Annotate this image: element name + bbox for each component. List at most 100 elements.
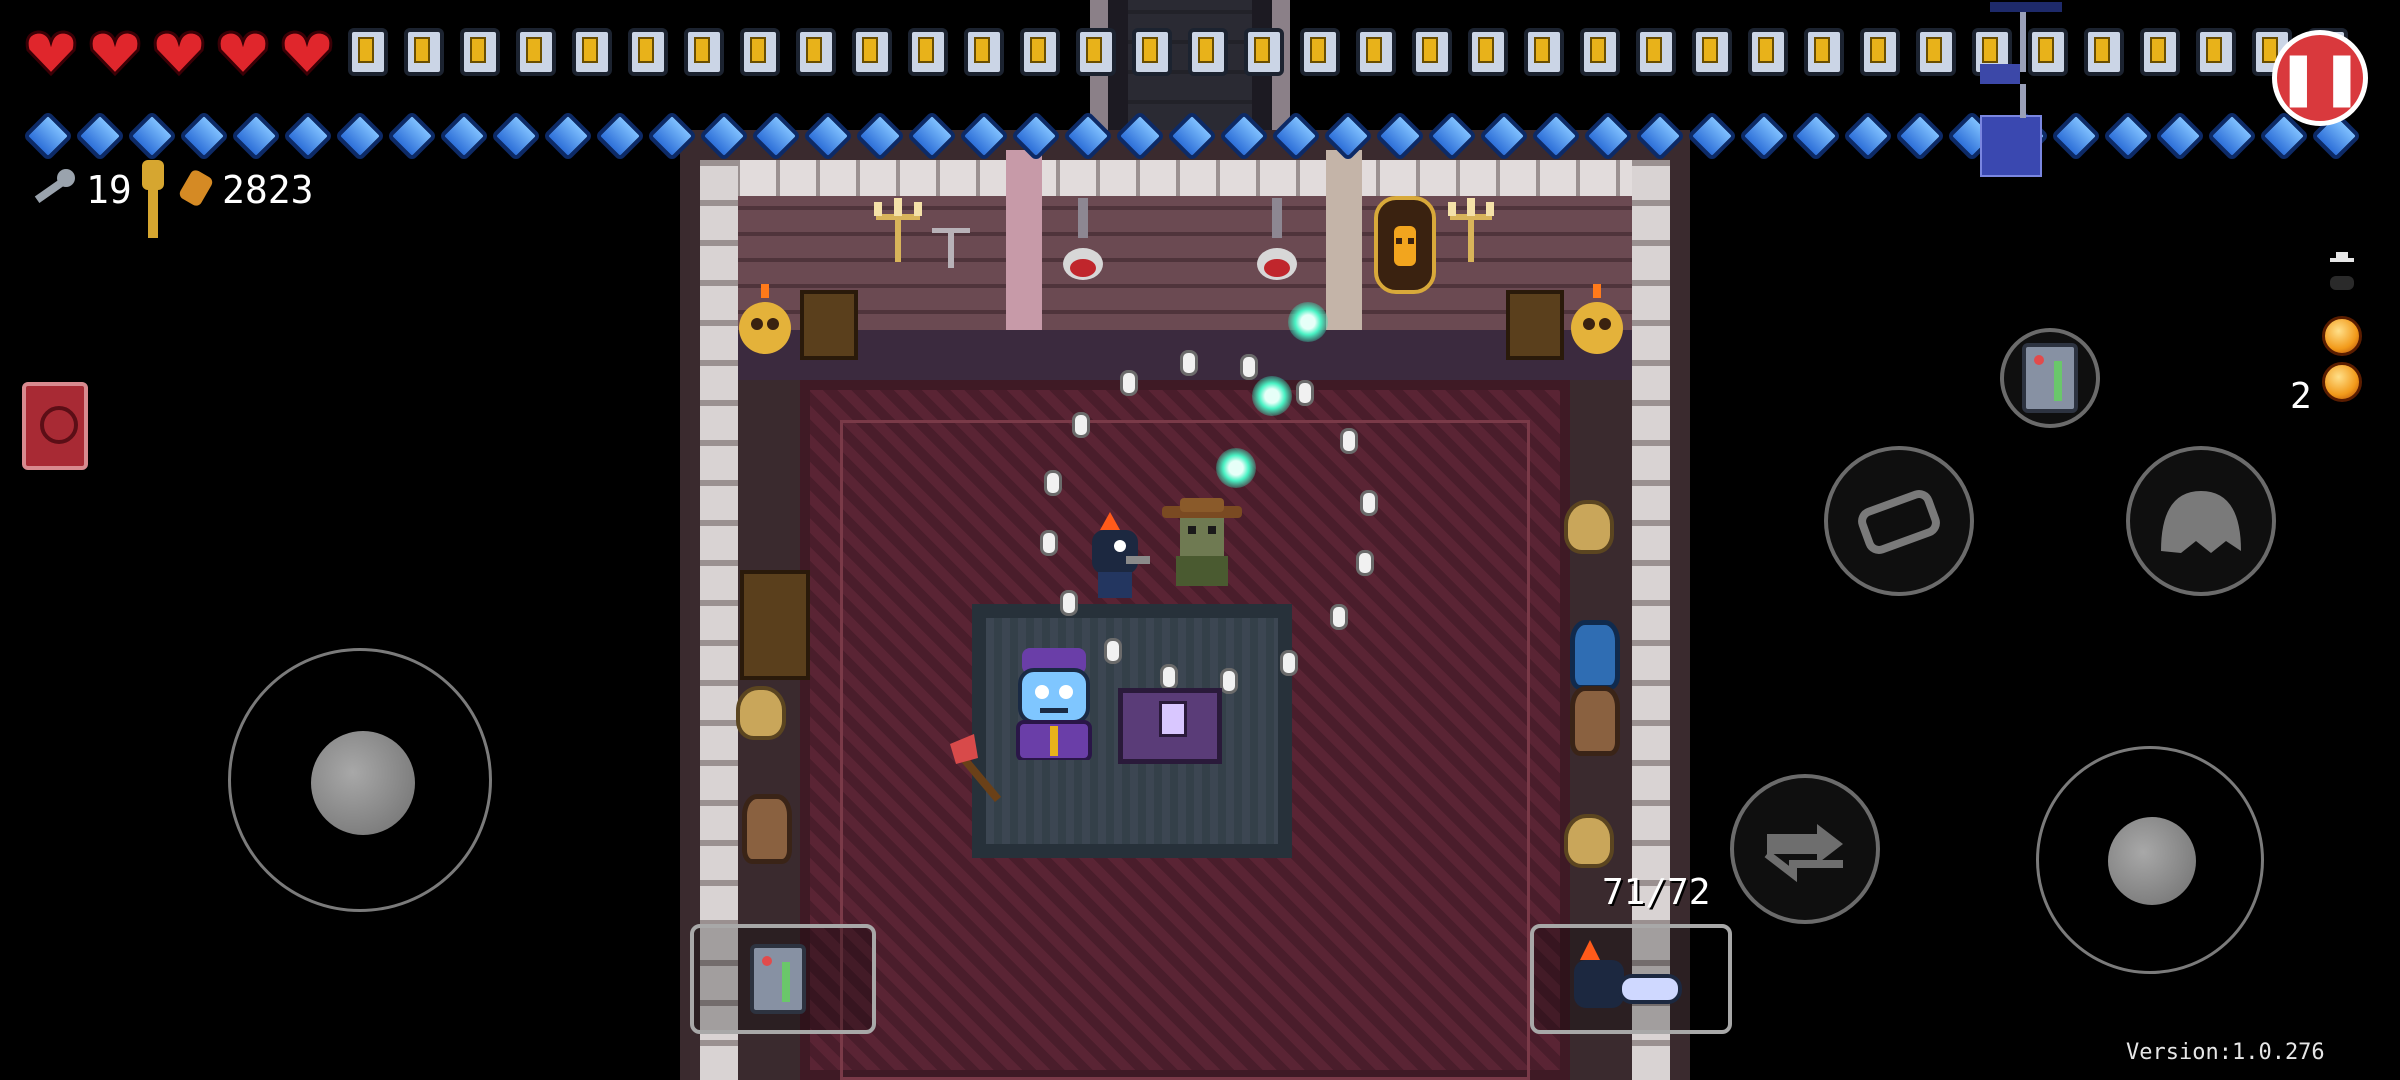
blank-icon bbox=[1530, 110, 1582, 162]
blank-icon bbox=[1062, 110, 1114, 162]
dodge-roll-button[interactable] bbox=[2126, 446, 2276, 596]
armor-icon bbox=[740, 28, 780, 76]
armor-icon bbox=[796, 28, 836, 76]
armor-icon bbox=[1188, 28, 1228, 76]
armor-icon bbox=[2140, 28, 2180, 76]
aim-joystick[interactable] bbox=[2036, 746, 2264, 974]
armor-icon bbox=[1020, 28, 1060, 76]
reload-icon bbox=[1858, 490, 1940, 554]
armor-icon bbox=[1916, 28, 1956, 76]
torch-skull-icon bbox=[1571, 284, 1623, 354]
armor-icon bbox=[2196, 28, 2236, 76]
blank-icon bbox=[1270, 110, 1322, 162]
health-hearts bbox=[24, 28, 344, 78]
blank-icon bbox=[282, 110, 334, 162]
active-item-slot[interactable] bbox=[690, 924, 876, 1034]
wall-top bbox=[700, 160, 1670, 196]
blank-icon bbox=[750, 110, 802, 162]
merchant-npc[interactable] bbox=[1012, 648, 1096, 760]
pause-button[interactable]: ❚❚ bbox=[2272, 30, 2368, 126]
axe-item[interactable] bbox=[948, 734, 1012, 804]
shop-chest[interactable] bbox=[1118, 688, 1222, 764]
armor-icon bbox=[1300, 28, 1340, 76]
armor-icon bbox=[852, 28, 892, 76]
wall-cabinet bbox=[800, 290, 858, 360]
blue-vase[interactable] bbox=[1570, 620, 1620, 690]
shell-casing bbox=[1160, 664, 1178, 690]
aim-joystick-knob[interactable] bbox=[2108, 817, 2196, 905]
armor-icon bbox=[1860, 28, 1900, 76]
minimap[interactable] bbox=[1980, 0, 2100, 180]
heart-icon bbox=[153, 30, 205, 77]
clay-vase[interactable] bbox=[742, 794, 792, 864]
armor-icon bbox=[964, 28, 1004, 76]
torch-skull-icon bbox=[739, 284, 791, 354]
armor-icon bbox=[1468, 28, 1508, 76]
ammonomicon-journal-icon[interactable] bbox=[22, 382, 88, 470]
armor-icon bbox=[684, 28, 724, 76]
gun-slot[interactable] bbox=[1530, 924, 1732, 1034]
gun-icon bbox=[1574, 940, 1682, 1008]
blank-icon bbox=[958, 110, 1010, 162]
blank-icon bbox=[490, 110, 542, 162]
blank-icon bbox=[74, 110, 126, 162]
potion-display-icon bbox=[1257, 198, 1297, 280]
armor-icon bbox=[1076, 28, 1116, 76]
blank-icon bbox=[1322, 110, 1374, 162]
reload-button[interactable] bbox=[1824, 446, 1974, 596]
blank-icon bbox=[854, 110, 906, 162]
swap-weapon-button[interactable] bbox=[1730, 774, 1880, 924]
gold-skull bbox=[1564, 814, 1614, 868]
blank-icon bbox=[1842, 110, 1894, 162]
shell-casing bbox=[1104, 638, 1122, 664]
shell-casing bbox=[1120, 370, 1138, 396]
device-item-icon bbox=[2022, 343, 2078, 413]
movement-joystick[interactable] bbox=[228, 648, 492, 912]
blank-icon bbox=[1114, 110, 1166, 162]
blank-icon bbox=[1790, 110, 1842, 162]
blank-icon bbox=[2102, 110, 2154, 162]
blank-icon bbox=[386, 110, 438, 162]
device-item-icon bbox=[750, 944, 806, 1014]
bullet-shrine-icon bbox=[1374, 196, 1436, 294]
armor-icon bbox=[404, 28, 444, 76]
armor-icon bbox=[1412, 28, 1452, 76]
blank-icon bbox=[1374, 110, 1426, 162]
cowboy-companion bbox=[1162, 498, 1242, 586]
shell-casing bbox=[1040, 530, 1058, 556]
key-icon bbox=[34, 169, 75, 204]
blank-icon bbox=[1218, 110, 1270, 162]
candelabra-icon bbox=[1448, 198, 1494, 262]
blank-icon bbox=[906, 110, 958, 162]
heart-icon bbox=[89, 30, 141, 77]
armor-icon bbox=[1636, 28, 1676, 76]
shell-casing bbox=[1044, 470, 1062, 496]
armor-icon bbox=[460, 28, 500, 76]
blank-icon bbox=[438, 110, 490, 162]
clay-vase[interactable] bbox=[1570, 686, 1620, 756]
master-round-icon bbox=[142, 160, 164, 238]
blank-orb-icon bbox=[2322, 362, 2362, 402]
enemy-projectile-orb bbox=[1216, 448, 1256, 488]
armor-icon bbox=[1244, 28, 1284, 76]
blank-icon bbox=[698, 110, 750, 162]
gold-skull bbox=[1564, 500, 1614, 554]
blank-icon bbox=[1582, 110, 1634, 162]
heart-icon bbox=[25, 30, 77, 77]
shell-casing bbox=[1072, 412, 1090, 438]
blank-icon bbox=[1166, 110, 1218, 162]
blank-icon bbox=[1634, 110, 1686, 162]
movement-joystick-knob[interactable] bbox=[311, 731, 415, 835]
blank-indicator-top-icon bbox=[2330, 252, 2354, 290]
armor-icon bbox=[1748, 28, 1788, 76]
pause-icon: ❚❚ bbox=[2276, 48, 2364, 108]
blank-icon bbox=[1478, 110, 1530, 162]
wooden-crate[interactable] bbox=[740, 570, 810, 680]
active-item-button[interactable] bbox=[2000, 328, 2100, 428]
enemy-projectile-orb bbox=[1252, 376, 1292, 416]
blank-icon bbox=[1738, 110, 1790, 162]
blank-icon bbox=[2154, 110, 2206, 162]
swap-hands-icon bbox=[1764, 824, 1843, 883]
shell-casing bbox=[1360, 490, 1378, 516]
heart-icon bbox=[217, 30, 269, 77]
